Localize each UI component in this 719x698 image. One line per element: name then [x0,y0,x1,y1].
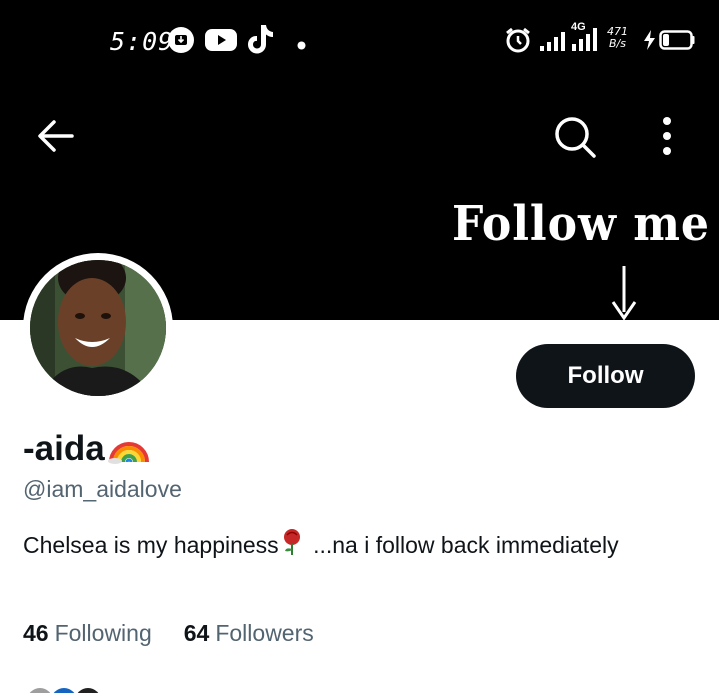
search-icon[interactable] [552,114,598,165]
battery-icon [659,30,695,55]
banner-text: Follow me [452,196,710,252]
followed-by-avatars[interactable] [20,680,110,698]
alarm-icon [504,26,532,59]
avatar-photo [30,260,166,396]
avatar[interactable] [23,253,173,403]
followers-count: 64 [183,620,210,646]
rose-icon [281,528,303,565]
signal-icon [539,30,567,57]
bio-text-part1: Chelsea is my happiness [23,532,279,558]
signal-4g-icon: 4G [570,21,602,57]
display-name-text: -aida [23,428,105,468]
profile-stats: 46 Following 64 Followers [23,620,314,647]
charging-icon [641,29,659,56]
following-link[interactable]: 46 Following [23,620,152,647]
back-arrow-icon[interactable] [36,118,76,159]
followers-label: Followers [215,620,314,646]
youtube-icon [204,27,238,58]
profile-bio: Chelsea is my happiness ...na i follow b… [23,528,663,565]
net-speed: 471 B/s [607,25,628,50]
arrow-down-icon [610,264,638,325]
tiktok-icon [246,23,274,60]
status-time: 5:09 [110,27,175,56]
following-label: Following [54,620,152,646]
follow-button[interactable]: Follow [516,344,695,408]
status-bar: 5:09 4G 471 B/s [0,0,719,80]
following-count: 46 [23,620,49,646]
user-handle: @iam_aidalove [23,476,182,502]
bio-text-part2: ...na i follow back immediately [306,532,619,558]
rainbow-icon [107,424,151,473]
followers-link[interactable]: 64 Followers [184,620,314,647]
dot-icon [297,37,306,55]
download-icon [166,25,196,60]
more-vertical-icon[interactable] [660,116,674,161]
display-name: -aida [23,424,151,473]
network-type: 4G [571,21,586,33]
